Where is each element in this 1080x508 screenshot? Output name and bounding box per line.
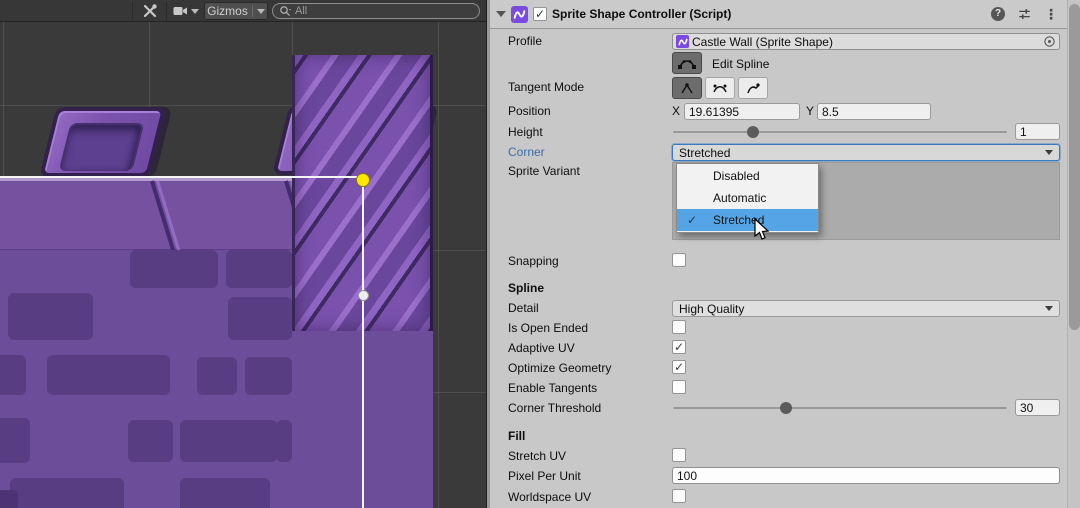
height-value-field[interactable] — [1015, 123, 1060, 140]
sprite-variant-label: Sprite Variant — [508, 164, 580, 179]
castle-merlon — [39, 107, 166, 177]
profile-label: Profile — [508, 34, 542, 49]
adaptive-uv-label: Adaptive UV — [508, 341, 575, 356]
component-title: Sprite Shape Controller (Script) — [552, 7, 986, 21]
corner-threshold-value-field[interactable] — [1015, 399, 1060, 416]
object-picker-icon[interactable] — [1043, 35, 1056, 48]
detail-dropdown[interactable]: High Quality — [672, 300, 1060, 317]
checkmark-icon: ✓ — [687, 209, 707, 231]
corner-dropdown[interactable]: Stretched — [672, 144, 1060, 161]
pixel-per-unit-label: Pixel Per Unit — [508, 469, 581, 484]
snapping-checkbox[interactable] — [672, 253, 686, 267]
spline-edge-horizontal[interactable] — [0, 176, 364, 178]
optimize-geometry-label: Optimize Geometry — [508, 361, 611, 376]
corner-threshold-slider[interactable] — [673, 407, 1007, 409]
mouse-cursor — [753, 218, 770, 243]
scrollbar-thumb[interactable] — [1069, 4, 1080, 330]
edit-spline-label: Edit Spline — [712, 57, 769, 72]
divider — [252, 5, 253, 17]
help-icon[interactable]: ? — [991, 7, 1005, 21]
inspector-scrollbar[interactable] — [1067, 0, 1080, 508]
tangent-linear-icon — [679, 81, 695, 95]
stretch-uv-checkbox[interactable] — [672, 448, 686, 462]
scene-search-field[interactable] — [272, 3, 480, 19]
tangent-broken-icon — [745, 81, 761, 95]
spline-icon — [677, 56, 697, 70]
kebab-menu-icon[interactable]: ⋮ — [1044, 6, 1058, 23]
menu-item-disabled[interactable]: Disabled — [677, 165, 818, 187]
chevron-down-icon — [1045, 150, 1053, 155]
search-icon — [279, 5, 291, 17]
corner-dropdown-menu: Disabled Automatic ✓ Stretched — [676, 163, 819, 233]
chevron-down-icon — [1045, 306, 1053, 311]
sprite-shape-icon — [511, 6, 528, 23]
worldspace-uv-checkbox[interactable] — [672, 489, 686, 503]
position-y-field[interactable] — [817, 103, 931, 120]
is-open-ended-label: Is Open Ended — [508, 321, 588, 336]
corner-threshold-knob[interactable] — [780, 402, 792, 414]
chevron-down-icon — [257, 9, 265, 14]
scene-toolbar: Gizmos — [0, 0, 486, 22]
component-header[interactable]: ✓ Sprite Shape Controller (Script) ? ⋮ — [490, 0, 1080, 29]
height-slider[interactable] — [673, 131, 1007, 133]
position-y-label: Y — [806, 104, 814, 119]
worldspace-uv-label: Worldspace UV — [508, 490, 591, 505]
profile-object-field[interactable]: Castle Wall (Sprite Shape) — [672, 33, 1060, 50]
position-label: Position — [508, 104, 551, 119]
gridline — [438, 22, 439, 508]
edit-spline-button[interactable] — [672, 52, 702, 74]
tangent-linear-button[interactable] — [672, 77, 702, 99]
height-label: Height — [508, 125, 543, 140]
gizmos-label: Gizmos — [207, 4, 248, 18]
foldout-arrow-icon[interactable] — [496, 11, 506, 17]
merlon-inset — [58, 123, 144, 171]
wrench-screwdriver-icon — [142, 3, 158, 19]
menu-item-stretched[interactable]: ✓ Stretched — [677, 209, 818, 231]
spline-point[interactable] — [358, 290, 369, 301]
pixel-per-unit-field[interactable] — [672, 467, 1060, 484]
search-input[interactable] — [295, 5, 473, 17]
adaptive-uv-checkbox[interactable]: ✓ — [672, 340, 686, 354]
component-enabled-checkbox[interactable]: ✓ — [533, 7, 547, 21]
corner-value: Stretched — [679, 146, 730, 160]
tangent-broken-button[interactable] — [738, 77, 768, 99]
menu-item-automatic[interactable]: Automatic — [677, 187, 818, 209]
unity-editor: Gizmos ✓ Sprite Shape Controlle — [0, 0, 1080, 508]
tangent-continuous-icon — [712, 81, 728, 95]
fill-section-title: Fill — [508, 429, 525, 444]
corner-threshold-label: Corner Threshold — [508, 401, 601, 416]
detail-value: High Quality — [679, 302, 744, 316]
gizmos-dropdown-button[interactable]: Gizmos — [204, 2, 268, 20]
detail-label: Detail — [508, 301, 539, 316]
tangent-continuous-button[interactable] — [705, 77, 735, 99]
snapping-label: Snapping — [508, 254, 559, 269]
stretch-uv-label: Stretch UV — [508, 449, 566, 464]
height-slider-knob[interactable] — [747, 126, 759, 138]
sprite-shape-icon — [676, 35, 689, 48]
scene-view: Gizmos — [0, 0, 486, 508]
profile-value: Castle Wall (Sprite Shape) — [692, 35, 1040, 49]
corner-label: Corner — [508, 145, 545, 160]
optimize-geometry-checkbox[interactable]: ✓ — [672, 360, 686, 374]
enable-tangents-label: Enable Tangents — [508, 381, 597, 396]
position-x-field[interactable] — [684, 103, 800, 120]
spline-section-title: Spline — [508, 281, 544, 296]
enable-tangents-checkbox[interactable] — [672, 380, 686, 394]
camera-icon — [173, 5, 188, 17]
presets-icon[interactable] — [1017, 7, 1032, 21]
scene-tools-button[interactable] — [137, 2, 163, 20]
spline-point-selected[interactable] — [356, 173, 370, 187]
is-open-ended-checkbox[interactable] — [672, 320, 686, 334]
tangent-mode-label: Tangent Mode — [508, 80, 584, 95]
inspector-panel: ✓ Sprite Shape Controller (Script) ? ⋮ P… — [490, 0, 1080, 508]
scene-camera-button[interactable] — [170, 2, 202, 20]
position-x-label: X — [672, 104, 680, 119]
spline-edge-vertical[interactable] — [362, 177, 364, 508]
chevron-down-icon — [191, 9, 199, 14]
